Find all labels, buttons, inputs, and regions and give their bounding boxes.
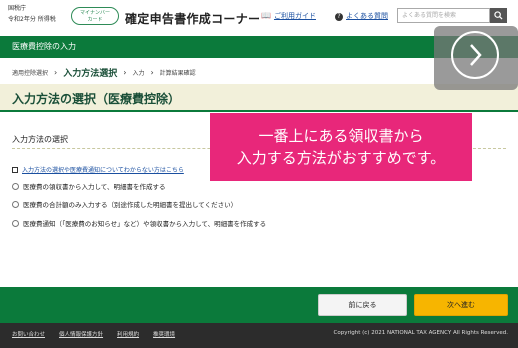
- radio-button[interactable]: [12, 219, 19, 227]
- back-button[interactable]: 前に戻る: [318, 294, 407, 316]
- chevron-right-icon: [470, 44, 482, 66]
- next-slide-button[interactable]: [434, 26, 518, 90]
- footer-link-contact[interactable]: お問い合わせ: [12, 330, 45, 338]
- agency-name: 国税庁: [8, 5, 27, 12]
- page-title: 入力方法の選択（医療費控除）: [12, 92, 181, 106]
- breadcrumb-step: 適用控除選択: [12, 70, 49, 77]
- radio-button[interactable]: [12, 182, 19, 190]
- help-link[interactable]: 入力方法の選択や医療費通知についてわからない方はこちら: [12, 165, 184, 174]
- breadcrumb-step-current: 入力方法選択: [63, 69, 118, 79]
- mynumber-card-button[interactable]: マイナンバー カード: [71, 7, 119, 25]
- breadcrumb: 適用控除選択 › 入力方法選択 › 入力 › 計算結果確認: [12, 66, 196, 79]
- option-label: 医療費の合計額のみ入力する（別途作成した明細書を提出してください）: [23, 201, 238, 209]
- year-label: 令和2年分: [8, 16, 36, 23]
- app-title: 確定申告書作成コーナー: [125, 12, 261, 26]
- page: 国税庁 令和2年分 所得税 マイナンバー カード 確定申告書作成コーナー 📖 ご利…: [0, 0, 518, 348]
- search-input[interactable]: [397, 8, 490, 23]
- version-label: 所得税: [37, 16, 56, 23]
- next-button[interactable]: 次へ進む: [414, 294, 508, 316]
- breadcrumb-step: 入力: [132, 70, 145, 77]
- book-icon: 📖: [261, 11, 271, 20]
- radio-button[interactable]: [12, 200, 19, 208]
- footer-link-environment[interactable]: 推奨環境: [153, 330, 175, 338]
- chevron-right-icon: ›: [54, 68, 58, 77]
- callout-line-1: 一番上にある領収書から: [258, 127, 424, 145]
- faq-link[interactable]: ? よくある質問: [335, 11, 388, 21]
- window-icon: [12, 166, 18, 173]
- search-button[interactable]: [490, 8, 507, 23]
- question-icon: ?: [335, 13, 343, 21]
- recommendation-callout: 一番上にある領収書から 入力する方法がおすすめです。: [210, 113, 472, 181]
- option-label: 医療費通知（「医療費のお知らせ」など）や領収書から入力して、明細書を作成する: [23, 220, 267, 228]
- search-icon: [494, 11, 503, 20]
- heading-divider: [0, 110, 518, 112]
- option-medical-notice[interactable]: 医療費通知（「医療費のお知らせ」など）や領収書から入力して、明細書を作成する: [12, 218, 266, 228]
- guide-link[interactable]: 📖 ご利用ガイド: [261, 11, 316, 21]
- footer-link-terms[interactable]: 利用規約: [117, 330, 139, 338]
- chevron-right-icon: ›: [150, 68, 154, 77]
- option-total-only[interactable]: 医療費の合計額のみ入力する（別途作成した明細書を提出してください）: [12, 199, 237, 209]
- option-label: 医療費の領収書から入力して、明細書を作成する: [23, 183, 166, 191]
- footer-links: お問い合わせ 個人情報保護方針 利用規約 推奨環境: [12, 330, 189, 338]
- method-subheading: 入力方法の選択: [12, 135, 68, 144]
- option-receipts[interactable]: 医療費の領収書から入力して、明細書を作成する: [12, 181, 165, 191]
- copyright: Copyright (c) 2021 NATIONAL TAX AGENCY A…: [333, 330, 508, 336]
- breadcrumb-step: 計算結果確認: [159, 70, 196, 77]
- section-title: 医療費控除の入力: [12, 42, 76, 51]
- footer-link-privacy[interactable]: 個人情報保護方針: [59, 330, 103, 338]
- chevron-right-icon: ›: [123, 68, 127, 77]
- agency-block: 国税庁 令和2年分 所得税: [8, 5, 56, 24]
- callout-line-2: 入力する方法がおすすめです。: [236, 149, 446, 167]
